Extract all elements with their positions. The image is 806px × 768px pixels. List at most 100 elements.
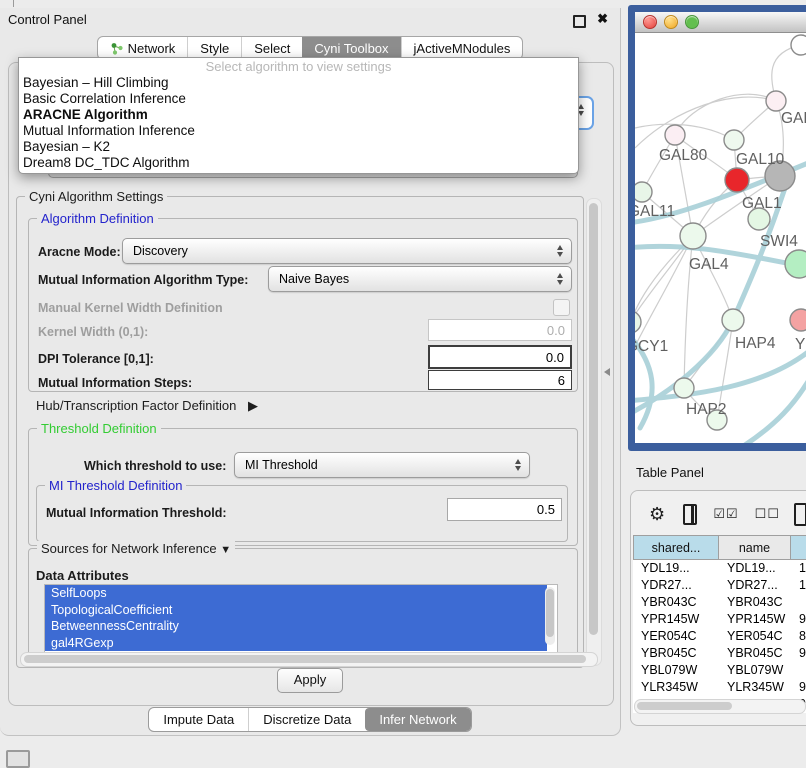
- table-row[interactable]: YER054C YER054C 8.: [633, 628, 806, 645]
- tab-select[interactable]: Select: [241, 37, 302, 59]
- tab-network[interactable]: Network: [98, 37, 188, 59]
- settings-horizontal-scrollbar[interactable]: [20, 652, 598, 667]
- node-gal1[interactable]: [725, 168, 749, 192]
- list-scrollbar[interactable]: [545, 587, 555, 645]
- data-attributes-list[interactable]: SelfLoops TopologicalCoefficient Between…: [44, 584, 558, 653]
- tab-cyni-toolbox[interactable]: Cyni Toolbox: [302, 37, 400, 59]
- column-header-name[interactable]: name: [719, 535, 791, 560]
- node-gal80[interactable]: [665, 125, 685, 145]
- unchecked-checkboxes-icon[interactable]: ☐☐: [755, 506, 780, 522]
- network-canvas[interactable]: GAL GAL80 GAL10 GAL1 GAL11 GAL4 SWI4 GCY…: [635, 33, 806, 443]
- node-gal[interactable]: [766, 91, 786, 111]
- node-gal10[interactable]: [724, 130, 744, 150]
- network-icon: [110, 42, 123, 55]
- node-y[interactable]: [790, 309, 806, 331]
- spinner-icon: [557, 273, 563, 285]
- dpi-tolerance-field[interactable]: 0.0: [428, 345, 572, 369]
- settings-vertical-scrollbar[interactable]: [586, 198, 602, 666]
- aracne-mode-value: Discovery: [133, 244, 188, 258]
- mi-type-label: Mutual Information Algorithm Type:: [38, 273, 248, 287]
- spinner-icon: [515, 459, 521, 471]
- tab-style[interactable]: Style: [187, 37, 241, 59]
- hub-definition-toggle[interactable]: Hub/Transcription Factor Definition ▶: [36, 398, 258, 414]
- scrollbar-thumb[interactable]: [24, 655, 586, 663]
- hub-definition-label: Hub/Transcription Factor Definition: [36, 398, 236, 413]
- close-icon[interactable]: ✖: [597, 11, 608, 27]
- split-divider-arrow[interactable]: [604, 368, 610, 376]
- network-window-titlebar[interactable]: [635, 12, 806, 33]
- which-threshold-value: MI Threshold: [245, 458, 318, 472]
- node-unlabeled[interactable]: [791, 35, 806, 55]
- tab-network-label: Network: [128, 41, 176, 56]
- node-label: GAL11: [635, 203, 675, 220]
- scrollbar-thumb[interactable]: [589, 203, 598, 635]
- list-item[interactable]: SelfLoops: [45, 585, 547, 602]
- checked-checkboxes-icon[interactable]: ☑☑: [713, 506, 738, 522]
- algorithm-option[interactable]: Bayesian – Hill Climbing: [19, 75, 578, 91]
- which-threshold-combobox[interactable]: MI Threshold: [234, 452, 530, 478]
- network-view-window[interactable]: GAL GAL80 GAL10 GAL1 GAL11 GAL4 SWI4 GCY…: [628, 5, 806, 451]
- tab-discretize-data[interactable]: Discretize Data: [248, 708, 365, 731]
- algorithm-option[interactable]: Basic Correlation Inference: [19, 91, 578, 107]
- tab-infer-network[interactable]: Infer Network: [365, 708, 470, 731]
- node-swi4[interactable]: [785, 250, 806, 278]
- list-item[interactable]: BetweennessCentrality: [45, 618, 547, 635]
- algorithm-option[interactable]: Bayesian – K2: [19, 139, 578, 155]
- algorithm-dropdown-popup: Select algorithm to view settings Bayesi…: [18, 57, 579, 174]
- scrollbar-thumb[interactable]: [637, 702, 732, 710]
- list-item[interactable]: TopologicalCoefficient: [45, 602, 547, 619]
- document-icon[interactable]: [794, 503, 806, 526]
- node-label: GAL80: [659, 147, 708, 164]
- aracne-mode-combobox[interactable]: Discovery: [122, 238, 572, 264]
- mi-type-value: Naive Bayes: [279, 272, 349, 286]
- apply-button[interactable]: Apply: [277, 668, 344, 693]
- algorithm-option[interactable]: Mutual Information Inference: [19, 123, 578, 139]
- manual-kernel-label: Manual Kernel Width Definition: [38, 301, 223, 315]
- node-label: SWI4: [760, 233, 798, 250]
- column-layout-icon[interactable]: [683, 504, 697, 525]
- minimize-traffic-light[interactable]: [664, 15, 678, 29]
- algorithm-option-selected[interactable]: ARACNE Algorithm: [19, 107, 578, 123]
- algorithm-option[interactable]: Dream8 DC_TDC Algorithm: [19, 155, 578, 171]
- node-label: GAL: [781, 110, 806, 127]
- table-horizontal-scrollbar[interactable]: [634, 699, 806, 714]
- spinner-icon: [557, 245, 563, 257]
- mi-threshold-title: MI Threshold Definition: [45, 478, 186, 493]
- bottom-left-panel-icon[interactable]: [6, 750, 30, 768]
- sources-title[interactable]: Sources for Network Inference ▼: [37, 541, 235, 556]
- kernel-width-field[interactable]: 0.0: [428, 319, 572, 341]
- node-label: GAL10: [736, 151, 785, 168]
- table-row[interactable]: YDL19... YDL19... 13: [633, 560, 806, 577]
- table-row[interactable]: YLR345W YLR345W 9.: [633, 679, 806, 696]
- float-window-icon[interactable]: [573, 15, 586, 28]
- tab-impute-data[interactable]: Impute Data: [149, 708, 248, 731]
- node-gal11[interactable]: [635, 182, 652, 202]
- gear-icon[interactable]: ⚙: [649, 504, 665, 525]
- mi-type-combobox[interactable]: Naive Bayes: [268, 266, 572, 292]
- mi-threshold-field[interactable]: 0.5: [447, 498, 562, 521]
- mi-steps-label: Mutual Information Steps:: [38, 376, 192, 390]
- data-attributes-label: Data Attributes: [36, 568, 129, 583]
- table-row[interactable]: YPR145W YPR145W 9.: [633, 611, 806, 628]
- table-row[interactable]: YBR043C YBR043C: [633, 594, 806, 611]
- table-row[interactable]: YDR27... YDR27... 12: [633, 577, 806, 594]
- node-hap4[interactable]: [722, 309, 744, 331]
- column-header-clipped[interactable]: A: [791, 535, 806, 560]
- column-header-shared-name[interactable]: shared...: [633, 535, 719, 560]
- node-hap2[interactable]: [674, 378, 694, 398]
- node-gcy1[interactable]: [635, 311, 641, 333]
- manual-kernel-checkbox[interactable]: [553, 299, 570, 316]
- table-row[interactable]: YBR045C YBR045C 9.: [633, 645, 806, 662]
- window-edge-line: [13, 0, 14, 7]
- tab-jactivemnodules[interactable]: jActiveMNodules: [401, 37, 523, 59]
- list-item[interactable]: gal4RGexp: [45, 635, 547, 652]
- algorithm-definition-title: Algorithm Definition: [37, 211, 158, 226]
- node-gal4[interactable]: [680, 223, 706, 249]
- close-traffic-light[interactable]: [643, 15, 657, 29]
- scrollbar-thumb[interactable]: [546, 589, 554, 637]
- control-panel: Control Panel ✖ Network Style Select Cyn…: [0, 8, 621, 736]
- table-row[interactable]: YBL079W YBL079W: [633, 662, 806, 679]
- collapse-arrow-icon: ▼: [220, 544, 231, 556]
- mi-steps-field[interactable]: 6: [428, 370, 572, 390]
- zoom-traffic-light[interactable]: [685, 15, 699, 29]
